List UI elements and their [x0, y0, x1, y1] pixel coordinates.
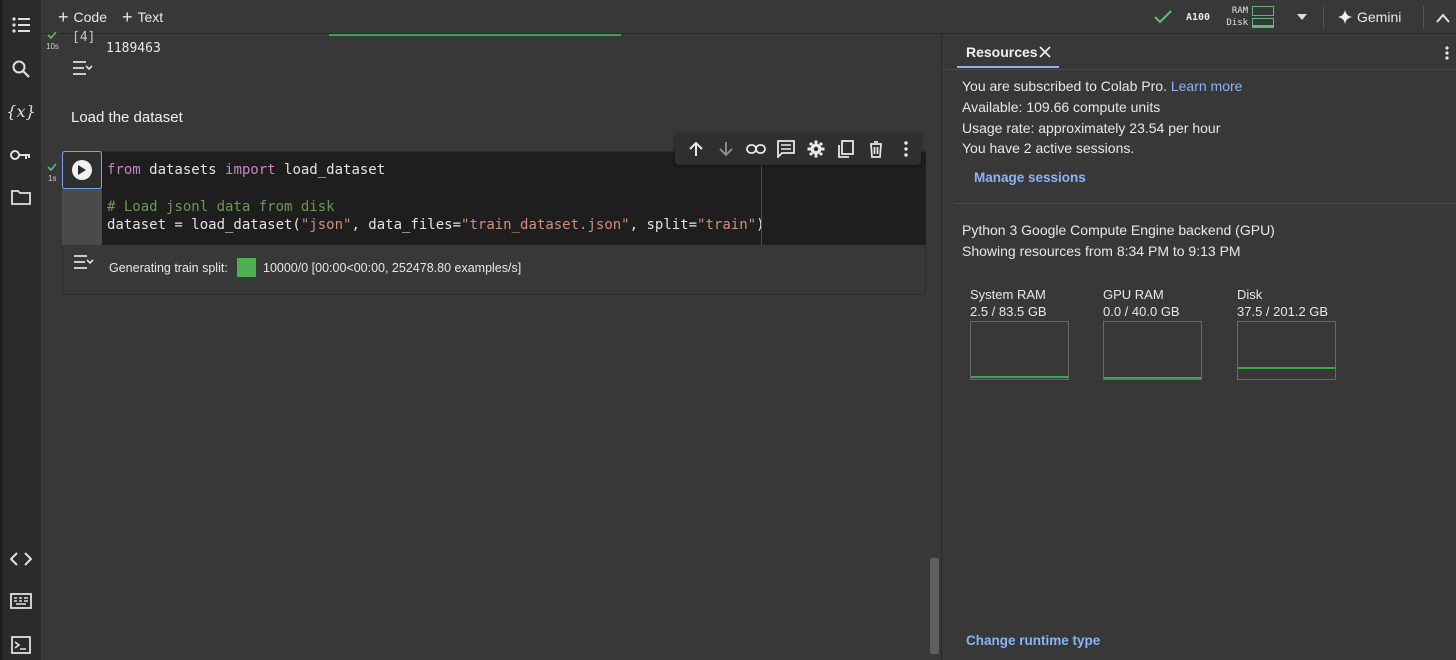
usage-line — [1104, 377, 1201, 379]
manage-sessions-button[interactable]: Manage sessions — [974, 170, 1086, 185]
command-palette-icon[interactable] — [0, 586, 42, 616]
search-icon[interactable] — [0, 54, 42, 84]
code-editor[interactable]: from datasets import load_dataset # Load… — [102, 151, 926, 246]
panel-tab-bar: Resources — [942, 34, 1456, 70]
line-length-ruler — [761, 152, 762, 246]
ram-label: RAM — [1231, 6, 1249, 16]
settings-icon[interactable] — [801, 134, 831, 164]
code-line-1: from datasets import load_dataset — [107, 162, 386, 178]
cell-output: Generating train split: 10000/0 [00:00<0… — [62, 245, 926, 295]
disk-meter — [1252, 18, 1275, 28]
subscription-line: You are subscribed to Colab Pro. Learn m… — [962, 78, 1242, 94]
folder-icon[interactable] — [0, 182, 42, 212]
check-icon — [47, 163, 57, 171]
compute-units-text: Available: 109.66 compute units — [962, 99, 1161, 115]
notebook-area: 10s [4] 1189463 Load the dataset 1s from… — [43, 30, 941, 660]
progress-label: Generating train split: — [109, 261, 228, 275]
learn-more-link[interactable]: Learn more — [1171, 78, 1243, 94]
toc-icon[interactable] — [0, 10, 42, 40]
key-icon[interactable] — [0, 140, 42, 170]
mirror-cell-icon[interactable] — [831, 134, 861, 164]
code-snippets-icon[interactable] — [0, 544, 42, 574]
variables-icon[interactable]: {x} — [0, 96, 42, 126]
add-text-button[interactable]: + Text — [122, 7, 163, 27]
markdown-cell-text[interactable]: Load the dataset — [71, 109, 183, 126]
tab-resources[interactable]: Resources — [966, 44, 1038, 60]
usage-line — [971, 376, 1068, 378]
execution-progress-strip — [329, 34, 621, 36]
time-range-text: Showing resources from 8:34 PM to 9:13 P… — [962, 243, 1241, 259]
sparkle-icon — [1338, 10, 1352, 24]
runtime-resources-button[interactable]: A100 RAM Disk — [1154, 1, 1275, 33]
ram-meter — [1252, 6, 1275, 16]
progress-status: 10000/0 [00:00<00:00, 252478.80 examples… — [263, 261, 522, 275]
backend-text: Python 3 Google Compute Engine backend (… — [962, 222, 1275, 238]
code-cell: from datasets import load_dataset # Load… — [62, 151, 926, 295]
panel-separator — [954, 203, 1456, 204]
close-icon[interactable] — [1039, 45, 1051, 63]
disk-label: Disk — [1237, 287, 1263, 302]
gpu-type-label: A100 — [1186, 11, 1211, 23]
output-collapse-icon[interactable] — [72, 253, 94, 276]
check-icon — [1154, 10, 1172, 24]
more-vert-icon[interactable] — [891, 134, 921, 164]
disk-label: Disk — [1226, 18, 1249, 28]
change-runtime-button[interactable]: Change runtime type — [966, 633, 1100, 648]
progress-bar — [237, 258, 256, 277]
cell-toolbar — [675, 133, 921, 165]
code-line-3: dataset = load_dataset("json", data_file… — [107, 217, 765, 233]
system-ram-value: 2.5 / 83.5 GB — [970, 304, 1047, 319]
exec-count: [4] — [72, 30, 96, 45]
check-icon — [47, 31, 57, 39]
dropdown-arrow-icon[interactable] — [1296, 10, 1308, 28]
link-icon[interactable] — [741, 134, 771, 164]
add-text-label: Text — [137, 9, 164, 25]
system-ram-label: System RAM — [970, 287, 1046, 302]
gpu-ram-value: 0.0 / 40.0 GB — [1103, 304, 1180, 319]
system-ram-graph — [970, 321, 1069, 380]
exec-time-label: 1s — [48, 174, 57, 183]
notebook-scrollbar[interactable] — [930, 558, 939, 654]
trash-icon[interactable] — [861, 134, 891, 164]
plus-icon: + — [122, 7, 133, 27]
subscription-text: You are subscribed to Colab Pro. — [962, 78, 1167, 94]
gemini-button[interactable]: Gemini — [1338, 7, 1401, 27]
resources-panel: Resources You are subscribed to Colab Pr… — [942, 34, 1456, 660]
top-toolbar: + Code + Text A100 RAM Disk Gemini — [42, 0, 1456, 34]
cell-output-text: 1189463 — [106, 41, 161, 56]
toolbar-divider — [1423, 6, 1424, 28]
add-code-label: Code — [73, 9, 107, 25]
disk-graph — [1237, 321, 1336, 380]
chevron-up-icon[interactable] — [1436, 10, 1450, 28]
usage-line — [1238, 367, 1335, 369]
arrow-down-icon[interactable] — [711, 134, 741, 164]
left-sidebar: {x} — [0, 0, 42, 660]
run-icon — [72, 160, 92, 180]
ram-disk-meters: RAM Disk — [1220, 6, 1275, 28]
toolbar-divider — [1323, 6, 1324, 28]
code-line-2: # Load jsonl data from disk — [107, 199, 335, 215]
add-code-button[interactable]: + Code — [58, 7, 107, 27]
active-sessions-text: You have 2 active sessions. — [962, 140, 1135, 156]
gpu-ram-label: GPU RAM — [1103, 287, 1164, 302]
exec-time-label: 10s — [46, 42, 59, 51]
arrow-up-icon[interactable] — [681, 134, 711, 164]
output-collapse-icon[interactable] — [71, 59, 93, 82]
comment-icon[interactable] — [771, 134, 801, 164]
disk-value: 37.5 / 201.2 GB — [1237, 304, 1329, 319]
tab-active-indicator — [957, 66, 1059, 68]
terminal-icon[interactable] — [0, 630, 42, 660]
usage-rate-text: Usage rate: approximately 23.54 per hour — [962, 120, 1221, 136]
gpu-ram-graph — [1103, 321, 1202, 380]
more-vert-icon[interactable] — [1445, 46, 1449, 65]
plus-icon: + — [58, 7, 69, 27]
run-cell-button[interactable] — [62, 151, 102, 189]
colab-window: {x} + Code + Text A100 RAM Disk Gemini 1… — [0, 0, 1456, 660]
gemini-label: Gemini — [1357, 9, 1402, 25]
